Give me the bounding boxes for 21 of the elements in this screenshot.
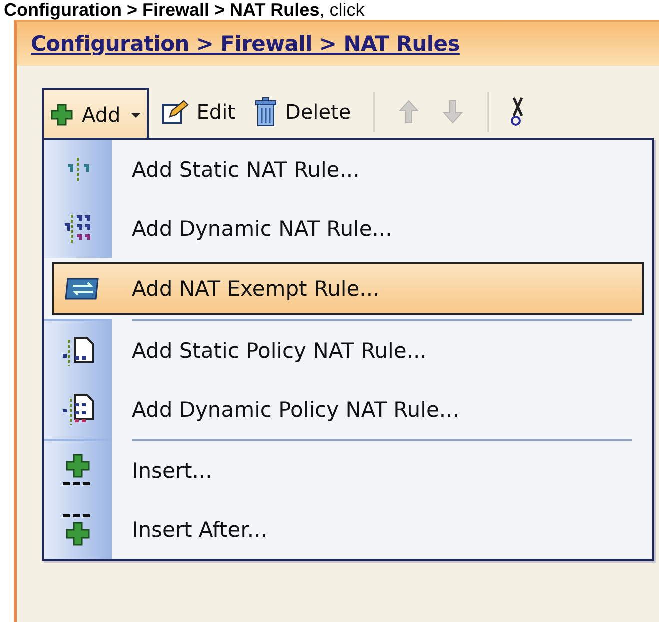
add-button[interactable]: Add [42, 88, 149, 140]
menu-item[interactable]: Insert After... [44, 500, 652, 559]
pencil-on-page-icon [160, 99, 189, 125]
menu-item[interactable]: Add Dynamic NAT Rule... [44, 199, 652, 258]
delete-button[interactable]: Delete [247, 88, 360, 136]
scissors-icon [511, 96, 526, 128]
up-arrow-icon [397, 99, 422, 125]
menu-item[interactable]: Add Static Policy NAT Rule... [44, 321, 652, 380]
edit-button[interactable]: Edit [152, 88, 244, 136]
menu-item[interactable]: Add Dynamic Policy NAT Rule... [44, 380, 652, 439]
down-arrow-icon [441, 99, 466, 125]
menu-item[interactable]: Insert... [44, 441, 652, 500]
menu-item[interactable]: Add Static NAT Rule... [44, 140, 652, 199]
trash-can-icon [255, 97, 278, 127]
dynamic-policy-nat-icon [61, 392, 95, 426]
plus-icon [50, 103, 74, 127]
breadcrumb-link[interactable]: Configuration > Firewall > NAT Rules [31, 32, 460, 56]
menu-item[interactable]: Add NAT Exempt Rule... [52, 262, 644, 315]
caption-text: Configuration > Firewall > NAT Rules, click [3, 0, 366, 20]
dynamic-nat-icon [63, 212, 93, 244]
caret-icon [130, 112, 141, 118]
